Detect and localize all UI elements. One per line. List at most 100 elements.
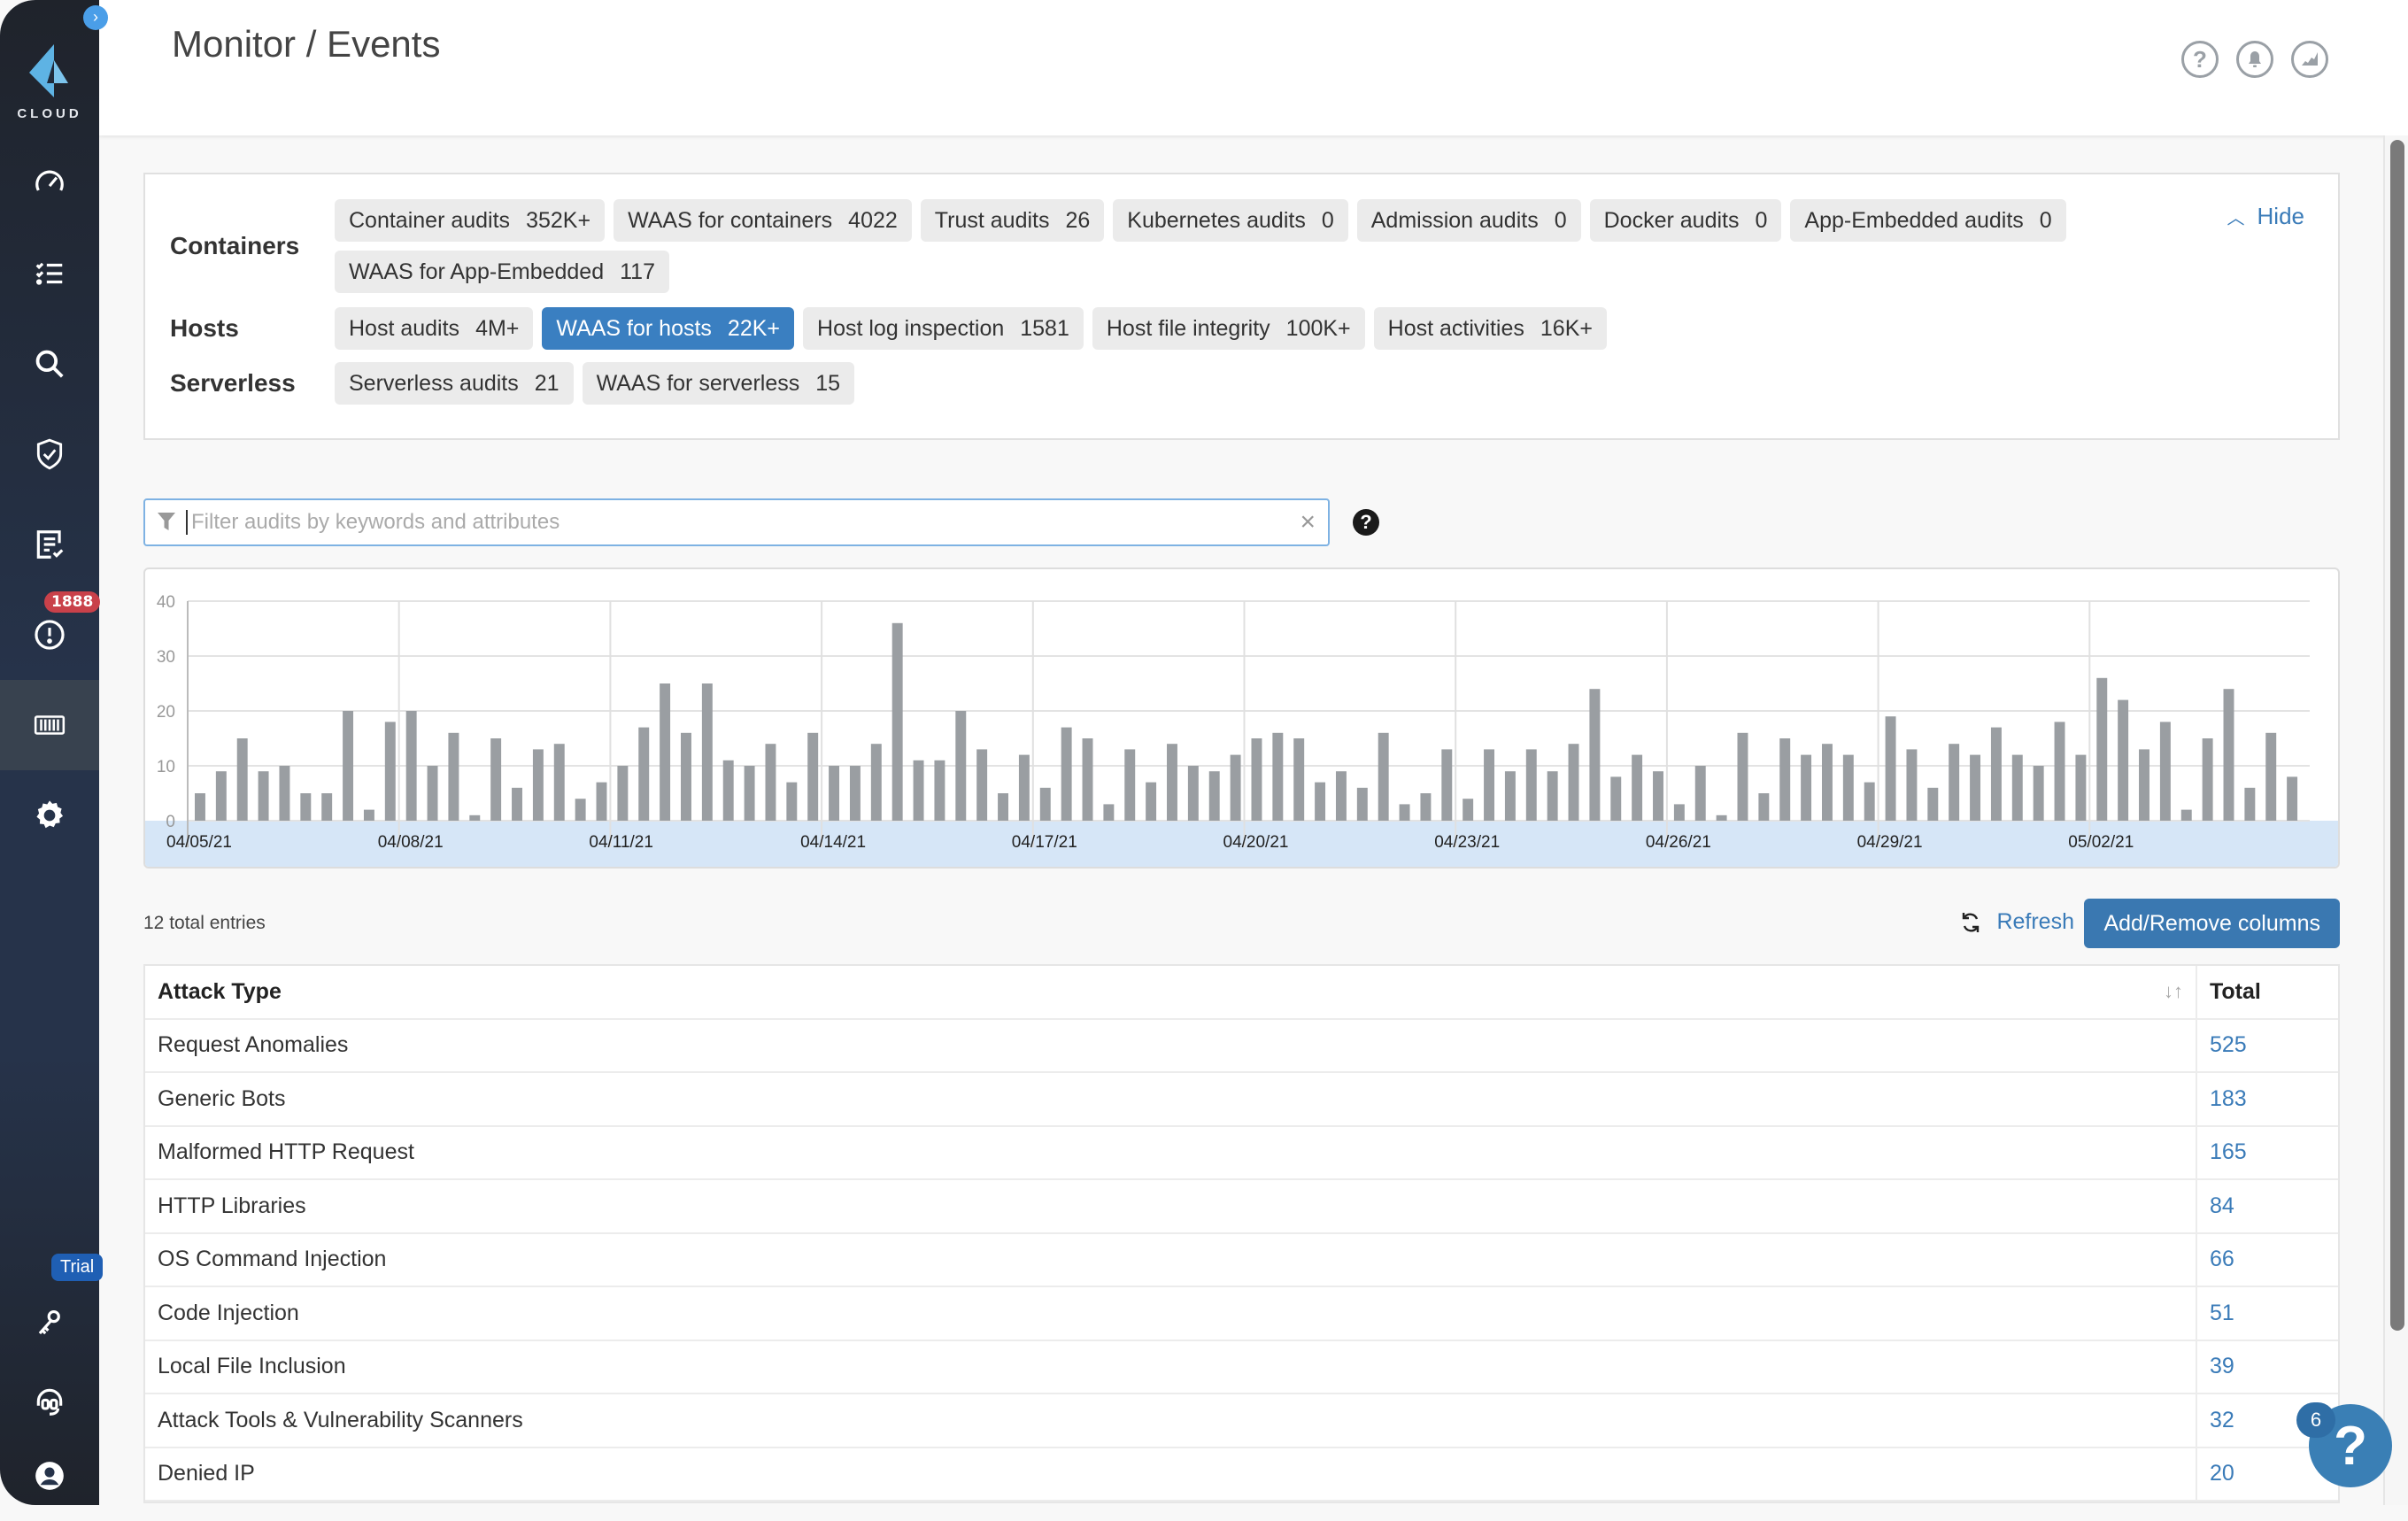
column-header-attack-type[interactable]: Attack Type ↓↑	[145, 966, 2197, 1018]
chip-count: 4022	[848, 208, 898, 234]
table-row[interactable]: Local File Inclusion39	[145, 1341, 2338, 1395]
chart-bar	[1272, 733, 1283, 821]
filter-input[interactable]	[186, 510, 1300, 535]
sidebar-item-profile[interactable]	[0, 1431, 99, 1521]
chart-bar	[745, 766, 755, 821]
table-row[interactable]: Request Anomalies525	[145, 1020, 2338, 1074]
chart-bar	[448, 733, 459, 821]
sidebar-item-alerts[interactable]: 1888	[0, 590, 99, 680]
chart-bar	[1400, 804, 1410, 821]
radar-button[interactable]	[2291, 41, 2328, 78]
table-row[interactable]: Generic Bots183	[145, 1073, 2338, 1127]
refresh-button[interactable]: Refresh	[1961, 909, 2074, 935]
sidebar-item-checklist[interactable]	[0, 228, 99, 319]
x-tick-label: 04/11/21	[589, 833, 653, 852]
chart-bar	[829, 766, 839, 821]
chip-label: WAAS for serverless	[597, 371, 800, 397]
chart-bar	[1610, 776, 1621, 821]
chip-list: Host audits4M+WAAS for hosts22K+Host log…	[335, 307, 2176, 350]
help-button[interactable]: ?	[2181, 41, 2219, 78]
chip-label: Host audits	[349, 316, 459, 342]
sidebar-item-settings[interactable]	[0, 770, 99, 861]
logo[interactable]: CLOUD	[0, 44, 99, 121]
chip-count: 352K+	[526, 208, 590, 234]
table-row[interactable]: OS Command Injection66	[145, 1234, 2338, 1288]
chart-bar	[660, 683, 670, 821]
total-link[interactable]: 165	[2197, 1127, 2338, 1179]
scrollbar-thumb[interactable]	[2390, 140, 2404, 1331]
category-chip[interactable]: Host audits4M+	[335, 307, 533, 350]
table-row[interactable]: HTTP Libraries84	[145, 1180, 2338, 1234]
y-tick-label: 10	[157, 758, 175, 776]
sidebar-item-compliance[interactable]	[0, 499, 99, 590]
checklist-icon	[33, 257, 66, 290]
column-header-total[interactable]: Total	[2197, 966, 2338, 1018]
category-chip[interactable]: Host activities16K+	[1374, 307, 1607, 350]
sidebar-item-monitor[interactable]	[0, 680, 99, 770]
chart-bar	[617, 766, 628, 821]
x-tick-label: 04/08/21	[378, 833, 444, 852]
attack-type-table: Attack Type ↓↑ Total Request Anomalies52…	[143, 964, 2340, 1503]
category-chip[interactable]: WAAS for App-Embedded117	[335, 251, 669, 293]
table-row[interactable]: Malformed HTTP Request165	[145, 1127, 2338, 1181]
hide-categories-button[interactable]: ︿ Hide	[2227, 203, 2304, 230]
total-link[interactable]: 525	[2197, 1020, 2338, 1072]
category-chip[interactable]: Docker audits0	[1590, 199, 1782, 242]
category-chip[interactable]: App-Embedded audits0	[1790, 199, 2065, 242]
filter-row: × ?	[143, 498, 1379, 546]
category-chip[interactable]: Host file integrity100K+	[1092, 307, 1365, 350]
sort-icon[interactable]: ↓↑	[2164, 980, 2183, 1003]
notifications-button[interactable]	[2236, 41, 2273, 78]
table-row[interactable]: Code Injection51	[145, 1287, 2338, 1341]
chart-bar	[850, 766, 861, 821]
chart-bar	[1463, 799, 1473, 821]
table-row[interactable]: Denied IP20	[145, 1448, 2338, 1502]
chart-bar	[1674, 804, 1685, 821]
sidebar-item-license[interactable]: Trial	[0, 1278, 99, 1369]
total-link[interactable]: 39	[2197, 1341, 2338, 1394]
sidebar-item-dashboard[interactable]	[0, 138, 99, 228]
add-remove-columns-button[interactable]: Add/Remove columns	[2084, 899, 2340, 948]
total-link[interactable]: 183	[2197, 1073, 2338, 1125]
total-link[interactable]: 66	[2197, 1234, 2338, 1286]
attack-type-cell: Generic Bots	[145, 1073, 2197, 1125]
chart-bar	[2139, 749, 2149, 821]
page-header: Monitor / Events ?	[99, 0, 2408, 135]
chart-bar	[428, 766, 438, 821]
filter-help-icon[interactable]: ?	[1353, 509, 1379, 536]
category-chip[interactable]: Container audits352K+	[335, 199, 605, 242]
category-chip[interactable]: WAAS for hosts22K+	[542, 307, 794, 350]
total-link[interactable]: 84	[2197, 1180, 2338, 1232]
category-chip[interactable]: Serverless audits21	[335, 362, 574, 405]
table-row[interactable]: Attack Tools & Vulnerability Scanners32	[145, 1394, 2338, 1448]
logo-icon	[29, 44, 70, 97]
trial-badge: Trial	[51, 1254, 103, 1281]
category-chip[interactable]: Kubernetes audits0	[1113, 199, 1347, 242]
clear-filter-icon[interactable]: ×	[1300, 507, 1316, 537]
category-chip[interactable]: WAAS for serverless15	[583, 362, 855, 405]
sidebar-item-defend[interactable]	[0, 409, 99, 499]
category-chip[interactable]: Trust audits26	[921, 199, 1105, 242]
sidebar-item-search[interactable]	[0, 319, 99, 409]
speedometer-icon	[33, 166, 66, 200]
sidebar-collapse-button[interactable]: ›	[83, 5, 108, 30]
x-tick-label: 05/02/21	[2068, 833, 2134, 852]
user-icon	[33, 1459, 66, 1493]
category-chip[interactable]: WAAS for containers 4022	[614, 199, 912, 242]
alert-circle-icon	[33, 618, 66, 652]
filter-box[interactable]: ×	[143, 498, 1330, 546]
chart-bar	[723, 760, 734, 821]
search-icon	[33, 347, 66, 381]
chart-bar	[2055, 722, 2065, 821]
chart-bar	[385, 722, 396, 821]
total-link[interactable]: 51	[2197, 1287, 2338, 1340]
category-chip[interactable]: Host log inspection1581	[803, 307, 1084, 350]
chart-bar	[1843, 755, 1854, 821]
chart-bar	[1822, 744, 1833, 821]
chart-bar	[681, 733, 691, 821]
category-chip[interactable]: Admission audits0	[1357, 199, 1581, 242]
category-group-containers: Containers Container audits352K+WAAS for…	[170, 199, 2176, 293]
chevron-up-icon: ︿	[2227, 204, 2245, 229]
chip-label: App-Embedded audits	[1804, 208, 2023, 234]
chip-label: WAAS for containers	[628, 208, 832, 234]
